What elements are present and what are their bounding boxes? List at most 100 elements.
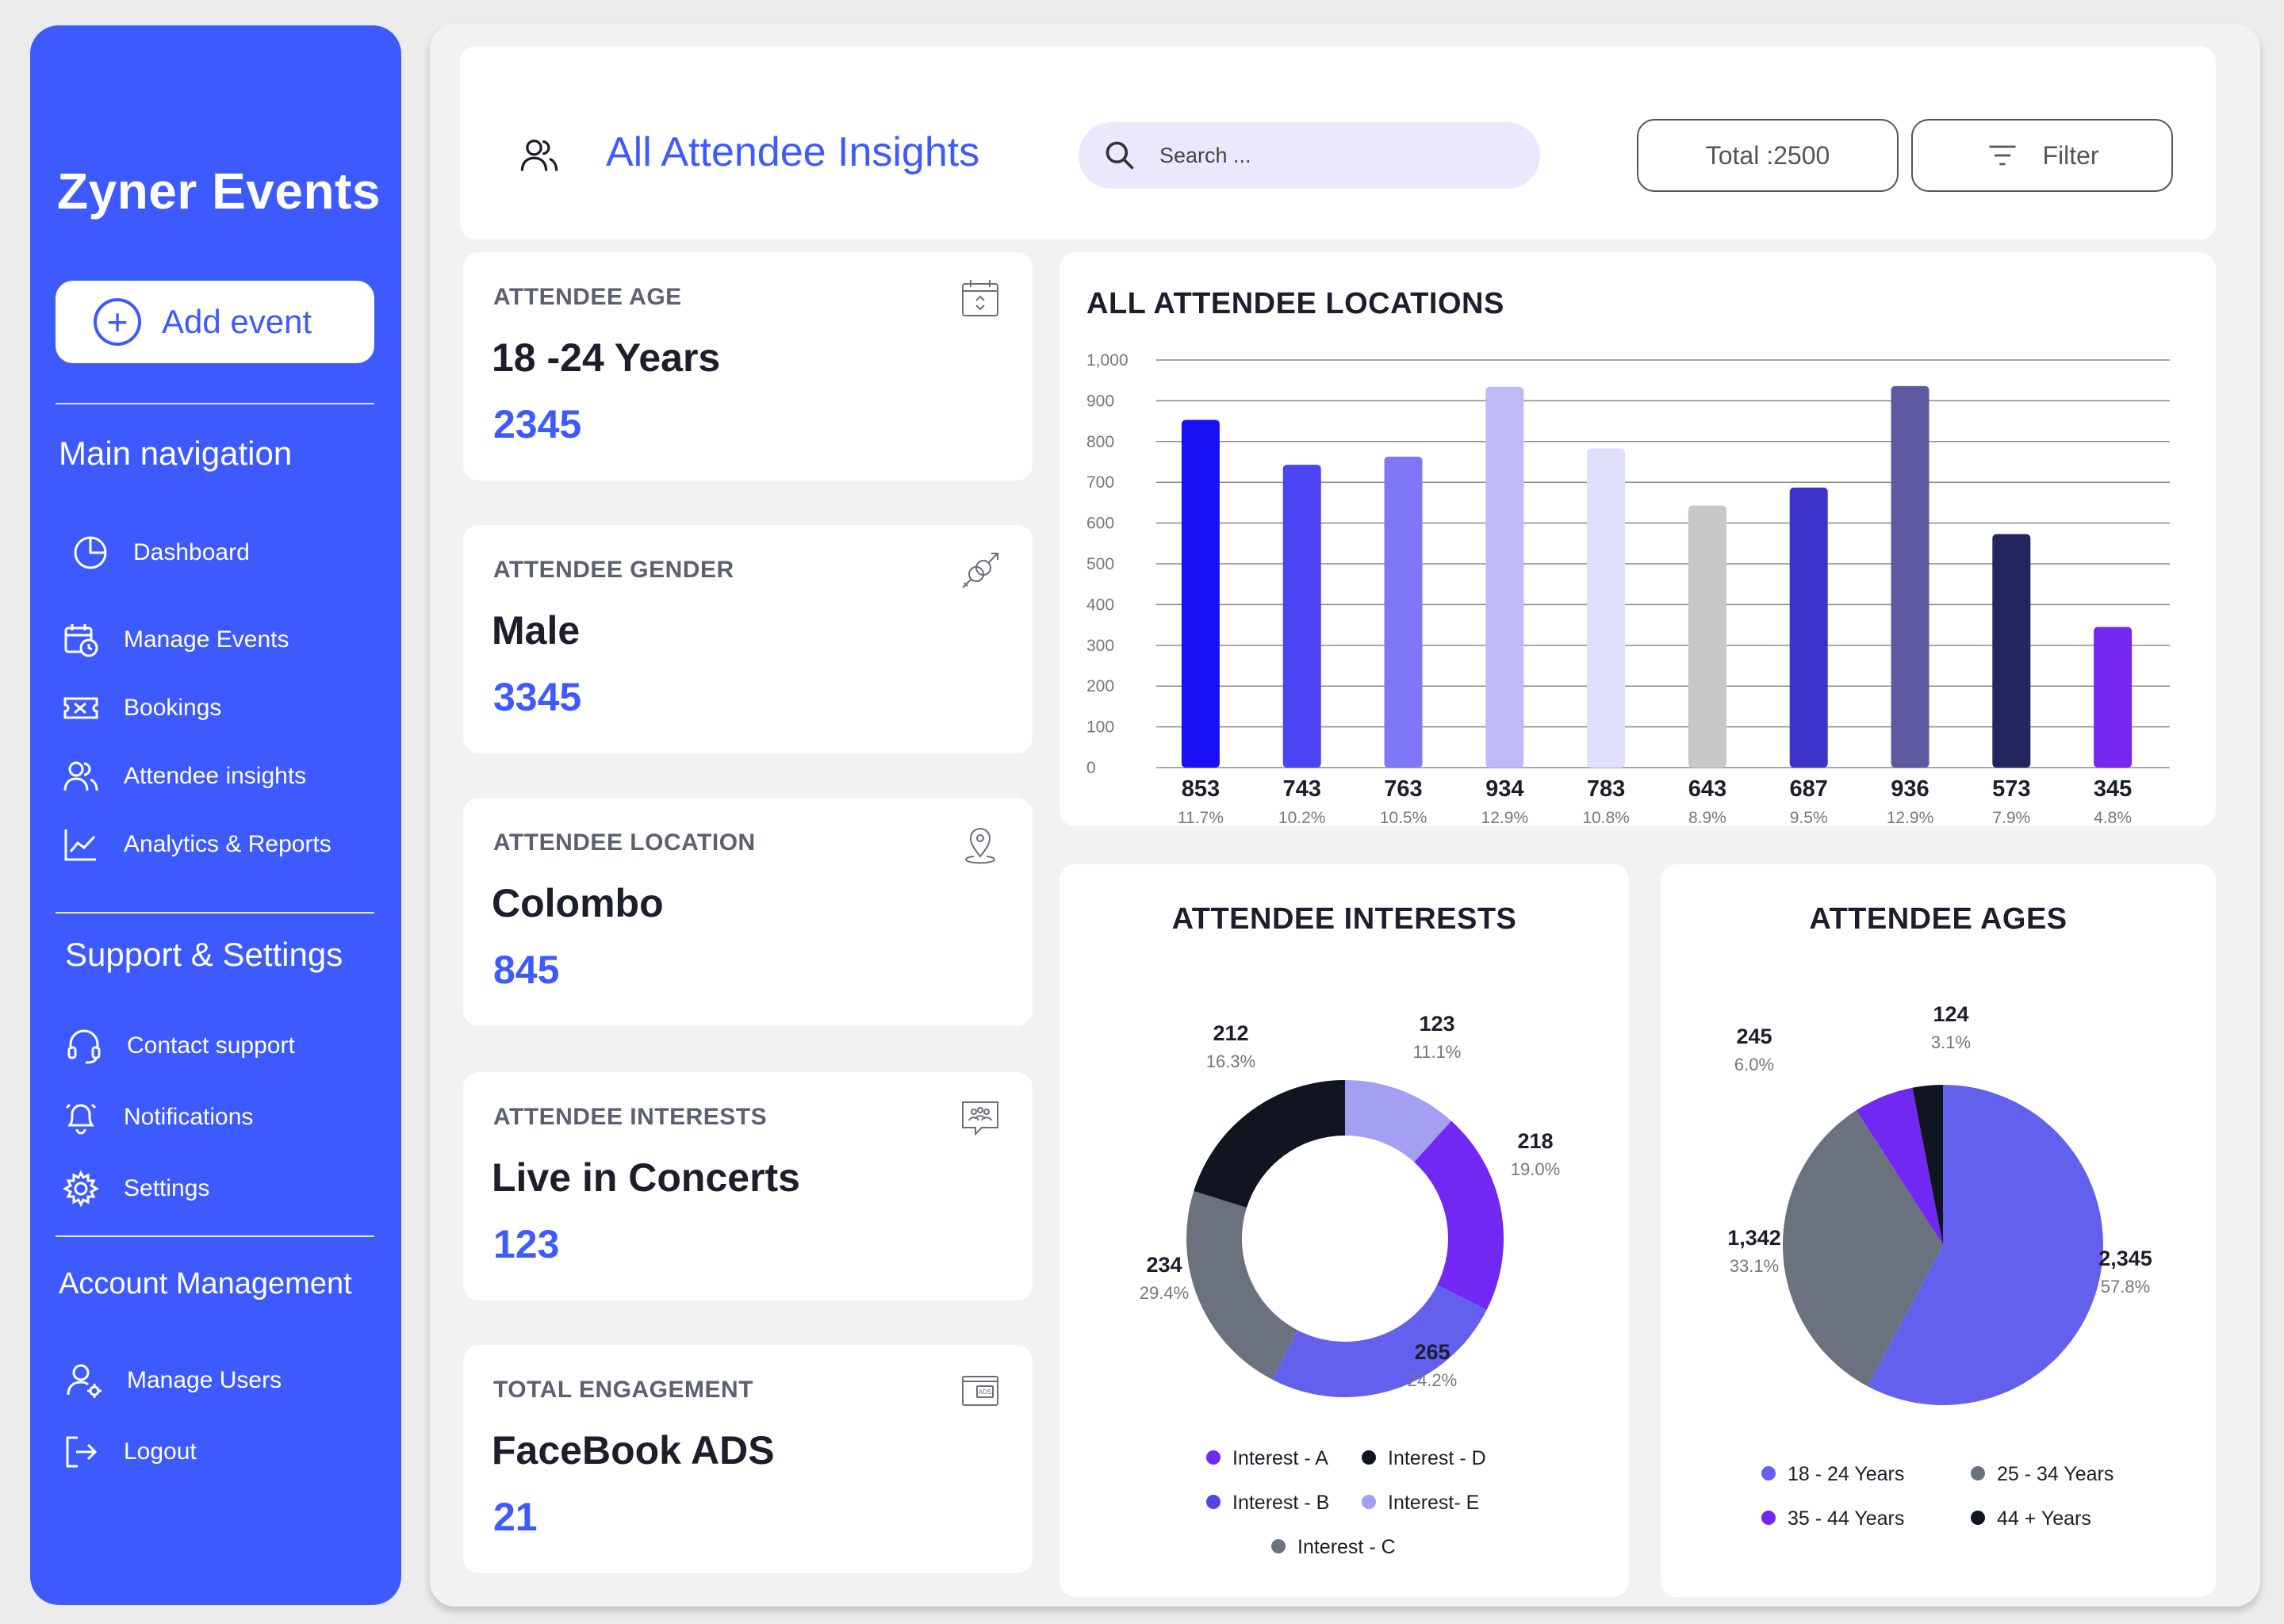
logout-icon [66, 1436, 98, 1468]
interests-chart-card: ATTENDEE INTERESTS 123 11.1% 218 19.0% 265 24… [1060, 864, 1629, 1597]
y-tick-label: 600 [1086, 515, 1114, 533]
ads-icon: ADS [962, 1376, 998, 1406]
pie-slice [1414, 1120, 1504, 1310]
stat-card-interests: ATTENDEE INTERESTS Live in Concerts 123 [463, 1072, 1033, 1300]
headset-icon [67, 1029, 101, 1064]
sidebar-item-logout[interactable]: Logout [62, 1432, 197, 1472]
bar-percent-label: 9.5% [1790, 809, 1828, 826]
add-event-button[interactable]: + Add event [56, 281, 374, 363]
filter-icon [1989, 145, 2016, 166]
slice-percent-label: 24.2% [1408, 1370, 1457, 1390]
slice-value-label: 218 [1517, 1129, 1553, 1153]
stat-number: 845 [493, 948, 560, 992]
sidebar-item-settings[interactable]: Settings [62, 1169, 209, 1208]
bell-icon [65, 1103, 97, 1135]
stat-label: TOTAL ENGAGEMENT [493, 1377, 754, 1403]
y-tick-label: 700 [1086, 473, 1114, 492]
pie-slice [1186, 1191, 1298, 1380]
legend-dot [1271, 1539, 1286, 1553]
total-button[interactable]: Total :2500 [1637, 119, 1899, 192]
bar [1688, 505, 1726, 768]
sidebar-item-label: Manage Users [127, 1367, 282, 1393]
legend-dot [1761, 1511, 1776, 1525]
bar [1485, 386, 1524, 768]
stat-card-location: ATTENDEE LOCATION Colombo 845 [463, 798, 1033, 1026]
slice-value-label: 265 [1414, 1340, 1450, 1364]
sidebar-item-label: Logout [124, 1438, 197, 1465]
page-header: All Attendee Insights Total :2500 Filter [460, 46, 2216, 239]
stat-value: 18 -24 Years [492, 335, 721, 380]
bar [1282, 465, 1321, 768]
y-tick-label: 1,000 [1086, 351, 1129, 370]
filter-button[interactable]: Filter [1911, 119, 2173, 192]
support-settings-heading: Support & Settings [65, 936, 343, 973]
slice-percent-label: 6.0% [1734, 1055, 1774, 1074]
slice-percent-label: 11.1% [1413, 1042, 1462, 1062]
pie-chart: 2,345 57.8% 1,342 33.1% 245 6.0% 124 3.1% 18 - 2… [1727, 1002, 2152, 1530]
sidebar-item-label: Analytics & Reports [124, 831, 331, 857]
brand-logo: Zyner Events [57, 163, 381, 220]
bar [1891, 385, 1930, 768]
slice-percent-label: 19.0% [1511, 1159, 1560, 1179]
bar-percent-label: 4.8% [2094, 809, 2132, 826]
sidebar-item-attendee-insights[interactable]: Attendee insights [62, 756, 306, 796]
bar [1992, 534, 2031, 768]
search-bar[interactable] [1079, 122, 1540, 189]
stat-label: ATTENDEE LOCATION [493, 829, 756, 856]
gender-icon [962, 553, 998, 588]
sidebar-item-contact-support[interactable]: Contact support [65, 1026, 295, 1066]
user-gear-icon [67, 1364, 102, 1398]
sidebar: Zyner Events + Add event Main navigation… [30, 25, 401, 1605]
pie-chart-icon [74, 536, 107, 569]
slice-value-label: 124 [1933, 1002, 1968, 1026]
bar-value-label: 934 [1485, 776, 1523, 802]
users-icon [520, 139, 558, 171]
stat-label: ATTENDEE INTERESTS [493, 1104, 768, 1130]
sidebar-item-manage-events[interactable]: Manage Events [62, 620, 289, 660]
y-tick-label: 800 [1086, 433, 1114, 451]
legend-dot [1206, 1495, 1221, 1509]
main-panel: All Attendee Insights Total :2500 Filter… [430, 24, 2260, 1607]
ticket-icon [63, 697, 98, 719]
add-event-label: Add event [162, 303, 312, 340]
bar-percent-label: 10.8% [1582, 809, 1630, 826]
legend-label: 44 + Years [1997, 1507, 2091, 1530]
sidebar-item-analytics-reports[interactable]: Analytics & Reports [62, 825, 331, 864]
bar-percent-label: 8.9% [1688, 809, 1726, 826]
bar [1587, 448, 1626, 768]
legend-label: Interest- E [1388, 1492, 1479, 1514]
legend-dot [1761, 1466, 1776, 1480]
sidebar-item-label: Contact support [127, 1032, 295, 1059]
legend-label: Interest - B [1232, 1492, 1329, 1514]
gear-icon [62, 1170, 100, 1208]
account-management-heading: Account Management [59, 1267, 352, 1300]
stat-card-age: ATTENDEE AGE 18 -24 Years 2345 [463, 252, 1033, 481]
users-icon [63, 761, 98, 791]
stat-label: ATTENDEE AGE [493, 284, 682, 310]
sidebar-item-label: Attendee insights [124, 763, 307, 789]
search-input[interactable] [1159, 143, 1508, 168]
plus-circle-icon: + [94, 298, 141, 346]
stat-value: Colombo [492, 881, 664, 925]
bar-chart: 0 100 200 300 400 500 600 700 800 900 1,000 853 11.7… [1086, 351, 2170, 826]
legend-label: 25 - 34 Years [1997, 1463, 2113, 1485]
bar-value-label: 743 [1283, 776, 1321, 802]
sidebar-item-bookings[interactable]: Bookings [62, 688, 221, 728]
sidebar-item-dashboard[interactable]: Dashboard [71, 533, 250, 573]
bar-value-label: 687 [1790, 776, 1828, 802]
slice-value-label: 212 [1213, 1021, 1248, 1045]
slice-value-label: 2,345 [2098, 1247, 2152, 1270]
sidebar-item-manage-users[interactable]: Manage Users [65, 1361, 282, 1400]
sidebar-item-label: Settings [124, 1175, 210, 1201]
bar-value-label: 936 [1891, 776, 1929, 802]
stat-number: 3345 [493, 675, 582, 719]
donut-chart: 123 11.1% 218 19.0% 265 24.2% 234 29.4% 212 16.3%… [1140, 1012, 1560, 1558]
svg-text:ADS: ADS [979, 1388, 991, 1396]
legend-label: 35 - 44 Years [1788, 1507, 1904, 1530]
slice-value-label: 245 [1736, 1025, 1772, 1048]
sidebar-item-notifications[interactable]: Notifications [62, 1097, 253, 1137]
y-tick-label: 0 [1086, 759, 1096, 777]
slice-value-label: 123 [1419, 1012, 1454, 1036]
stat-value: FaceBook ADS [492, 1428, 775, 1473]
legend-dot [1362, 1450, 1376, 1465]
